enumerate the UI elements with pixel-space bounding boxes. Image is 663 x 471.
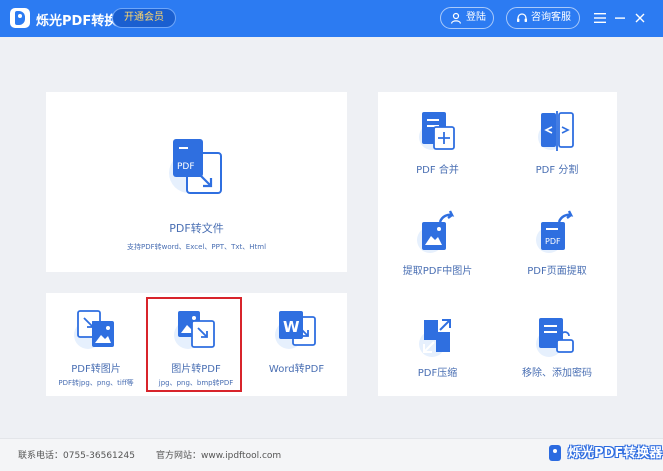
close-icon	[635, 13, 645, 23]
close-button[interactable]	[632, 10, 648, 26]
login-button[interactable]: 登陆	[440, 7, 494, 29]
selection-highlight	[146, 297, 242, 392]
pdf-to-file-sub: 支持PDF转word、Excel、PPT、Txt、Html	[126, 243, 267, 251]
pdf-split-label: PDF 分割	[535, 165, 579, 176]
pdf-merge-tile[interactable]: PDF 合并	[378, 92, 497, 192]
hamburger-icon	[594, 13, 606, 23]
extract-image-icon	[416, 210, 454, 253]
extract-page-icon: PDF	[536, 210, 574, 253]
pdf-to-image-label: PDF转图片	[71, 364, 121, 375]
login-label: 登陆	[466, 12, 486, 23]
app-logo-icon	[10, 8, 30, 28]
brand-watermark: 烁光PDF转换器	[568, 446, 663, 461]
pdf-tools-card: PDF 合并 PDF 分割 提取PDF中图片 PDF PDF页面提取 PDF压缩…	[378, 92, 617, 396]
pdf-compress-tile[interactable]: PDF压缩	[378, 296, 497, 396]
word-to-pdf-icon: W	[274, 311, 316, 349]
minimize-icon	[615, 17, 625, 19]
extract-images-tile[interactable]: 提取PDF中图片	[378, 192, 497, 296]
svg-text:PDF: PDF	[177, 162, 195, 172]
customer-service-button[interactable]: 咨询客服	[506, 7, 580, 29]
pdf-to-image-icon	[74, 310, 114, 349]
svg-text:PDF: PDF	[545, 237, 561, 246]
lock-icon	[536, 318, 574, 357]
pdf-merge-label: PDF 合并	[416, 165, 459, 176]
split-icon	[538, 111, 574, 151]
svg-text:W: W	[283, 318, 300, 336]
customer-service-label: 咨询客服	[531, 12, 571, 23]
pdf-to-file-label: PDF转文件	[169, 222, 224, 235]
pdf-to-image-sub: PDF转jpg、png、tiff等	[58, 379, 134, 387]
word-to-pdf-tile[interactable]: W Word转PDF	[246, 293, 347, 396]
pdf-compress-label: PDF压缩	[417, 368, 458, 379]
remove-password-tile[interactable]: 移除、添加密码	[497, 296, 617, 396]
contact-phone: 联系电话：0755-36561245	[18, 451, 135, 461]
minimize-button[interactable]	[612, 10, 628, 26]
extract-pages-label: PDF页面提取	[527, 266, 587, 277]
extract-images-label: 提取PDF中图片	[402, 266, 473, 277]
title-bar: 烁光PDF转换器 开通会员 登陆 咨询客服	[0, 0, 663, 37]
remove-password-label: 移除、添加密码	[522, 368, 592, 379]
word-to-pdf-label: Word转PDF	[268, 364, 325, 375]
vip-button[interactable]: 开通会员	[112, 8, 176, 28]
merge-icon	[418, 112, 455, 150]
footer-bar: 联系电话：0755-36561245 官方网站：www.ipdftool.com	[0, 438, 663, 471]
brand-logo-icon	[549, 445, 561, 461]
user-icon	[450, 12, 462, 24]
official-website-link[interactable]: 官方网站：www.ipdftool.com	[156, 448, 281, 461]
pdf-to-image-tile[interactable]: PDF转图片 PDF转jpg、png、tiff等	[46, 293, 146, 396]
pdf-convert-file-icon: PDF	[168, 139, 222, 194]
headset-icon	[517, 13, 527, 22]
extract-pages-tile[interactable]: PDF PDF页面提取	[497, 192, 617, 296]
pdf-to-file-card[interactable]: PDF PDF转文件 支持PDF转word、Excel、PPT、Txt、Html	[46, 92, 347, 272]
menu-button[interactable]	[592, 10, 608, 26]
pdf-split-tile[interactable]: PDF 分割	[497, 92, 617, 192]
compress-icon	[418, 319, 451, 357]
